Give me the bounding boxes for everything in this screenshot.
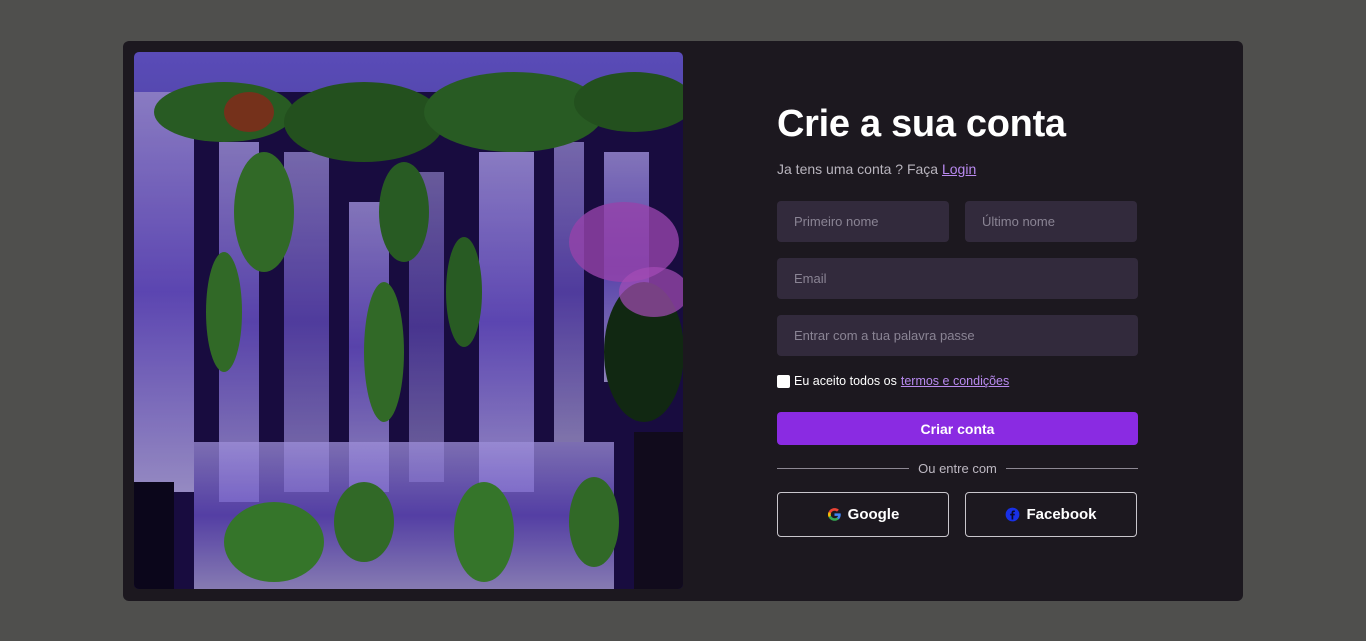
last-name-field[interactable]: Último nome bbox=[965, 201, 1137, 242]
facebook-label: Facebook bbox=[1026, 506, 1097, 523]
terms-link[interactable]: termos e condições bbox=[901, 374, 1009, 388]
terms-checkbox[interactable] bbox=[777, 374, 790, 388]
hero-image bbox=[134, 52, 683, 589]
google-label: Google bbox=[847, 506, 900, 523]
divider-line-right bbox=[1005, 468, 1139, 469]
google-button[interactable]: Google bbox=[777, 492, 949, 537]
waterfall-image bbox=[134, 52, 683, 589]
facebook-icon bbox=[1006, 507, 1020, 522]
page-title: Crie a sua conta bbox=[777, 103, 1066, 145]
password-field[interactable]: Entrar com a tua palavra passe bbox=[777, 315, 1138, 356]
terms-row: Eu aceito todos os termos e condições bbox=[777, 374, 1138, 388]
signup-card: Crie a sua conta Ja tens uma conta ? Faç… bbox=[123, 41, 1243, 601]
divider-line-left bbox=[777, 468, 910, 469]
login-prompt-text: Ja tens uma conta ? Faça bbox=[777, 161, 939, 177]
terms-label: Eu aceito todos os bbox=[794, 374, 897, 388]
login-prompt: Ja tens uma conta ? Faça Login bbox=[777, 160, 1138, 178]
google-icon bbox=[827, 508, 841, 521]
facebook-button[interactable]: Facebook bbox=[965, 492, 1137, 537]
name-row: Primeiro nome Último nome bbox=[777, 201, 1138, 242]
divider: Ou entre com bbox=[777, 461, 1139, 476]
login-link[interactable]: Login bbox=[942, 161, 976, 177]
social-row: Google Facebook bbox=[777, 492, 1138, 537]
email-field[interactable]: Email bbox=[777, 258, 1138, 299]
signup-form: Crie a sua conta Ja tens uma conta ? Faç… bbox=[777, 101, 1139, 537]
first-name-field[interactable]: Primeiro nome bbox=[777, 201, 949, 242]
create-account-button[interactable]: Criar conta bbox=[777, 412, 1138, 445]
divider-label: Ou entre com bbox=[918, 461, 997, 476]
